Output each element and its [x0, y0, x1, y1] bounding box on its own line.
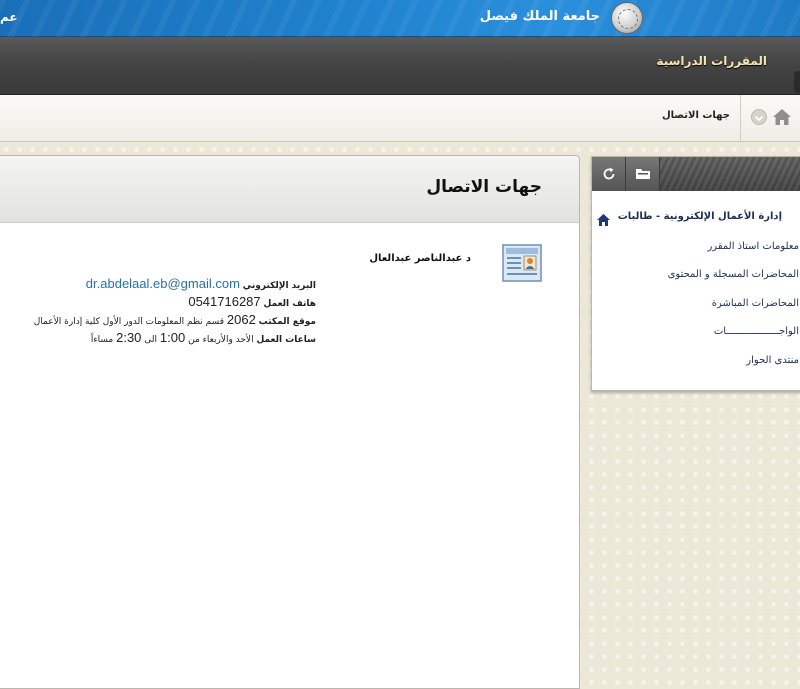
page-header: جهات الاتصال [0, 156, 579, 223]
menu-link-recorded-lectures[interactable]: المحاضرات المسجلة و المحتوى [668, 269, 799, 280]
hours-from: 1:00 [159, 330, 186, 345]
email-label: البريد الإلكتروني [242, 281, 316, 291]
menu-link-discussion-forum[interactable]: منتدى الحوار [746, 355, 799, 366]
menu-link-live-lectures[interactable]: المحاضرات المباشرة [712, 298, 799, 309]
course-title-link[interactable]: إدارة الأعمال الإلكترونية - طالبات [618, 211, 782, 222]
breadcrumb-divider [740, 95, 741, 142]
contact-name: د عبدالناصر عبدالعال [369, 253, 471, 264]
office-label: موقع المكتب [258, 317, 316, 327]
breadcrumb-current: جهات الاتصال [661, 110, 730, 121]
menu-link-assignments[interactable]: الواجــــــــــــــــــات [714, 326, 799, 337]
banner-decoration [0, 0, 800, 37]
tab-bar-edge [794, 71, 800, 93]
breadcrumb: جهات الاتصال [0, 95, 800, 142]
menu-link-instructor-info[interactable]: معلومات استاذ المقرر [707, 241, 799, 252]
hours-row: ساعات العمل الأحد والأربعاء من 1:00 الى … [34, 330, 316, 348]
hours-period: مساءاً [90, 335, 114, 345]
tab-bar: المقررات الدراسية [0, 37, 800, 95]
course-menu: إدارة الأعمال الإلكترونية - طالبات معلوم… [591, 156, 800, 391]
email-link[interactable]: dr.abdelaal.eb@gmail.com [86, 276, 240, 291]
refresh-icon [603, 167, 614, 180]
folder-view-button[interactable] [626, 157, 660, 191]
course-home-icon[interactable] [596, 213, 611, 227]
hours-to-word: الى [144, 335, 158, 345]
contact-card-icon [502, 244, 542, 282]
contacts-panel: جهات الاتصال د عبدالناصر عبدالعال البريد… [0, 155, 580, 689]
office-number: 2062 [226, 312, 256, 327]
phone-row: هاتف العمل 0541716287 [34, 294, 316, 312]
hours-days: الأحد والأربعاء من [188, 335, 254, 345]
contact-details: البريد الإلكتروني dr.abdelaal.eb@gmail.c… [34, 276, 316, 348]
phone-label: هاتف العمل [263, 299, 316, 309]
home-icon[interactable] [771, 107, 793, 127]
tab-courses[interactable]: المقررات الدراسية [656, 54, 767, 68]
folder-icon [635, 169, 650, 179]
refresh-button[interactable] [592, 157, 626, 191]
hours-to: 2:30 [116, 330, 142, 345]
email-row: البريد الإلكتروني dr.abdelaal.eb@gmail.c… [34, 276, 316, 294]
office-row: موقع المكتب 2062 قسم نظم المعلومات الدور… [34, 312, 316, 330]
university-seal-icon [611, 2, 643, 34]
banner-left-text[interactable]: عم [0, 10, 18, 24]
top-banner: عم جامعة الملك فيصل [0, 0, 800, 37]
hours-label: ساعات العمل [256, 335, 316, 345]
chevron-down-icon[interactable] [751, 109, 767, 125]
toolbar-decoration [660, 157, 800, 191]
phone-value: 0541716287 [188, 294, 261, 309]
page-title: جهات الاتصال [426, 177, 542, 197]
course-menu-toolbar [592, 157, 800, 191]
university-name: جامعة الملك فيصل [479, 9, 600, 24]
office-description: قسم نظم المعلومات الدور الأول كلية إدارة… [33, 317, 224, 327]
